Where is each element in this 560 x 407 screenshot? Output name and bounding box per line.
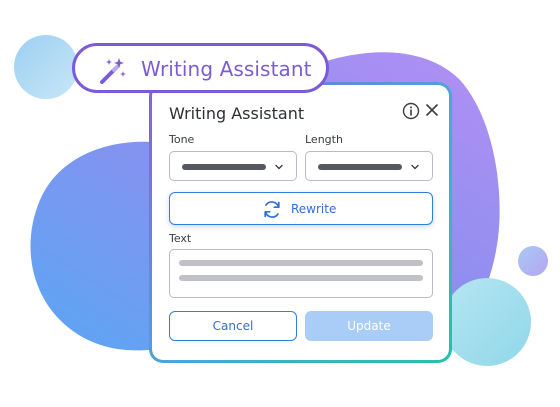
pill-label: Writing Assistant — [141, 57, 312, 81]
tone-select[interactable] — [169, 151, 297, 181]
rewrite-label: Rewrite — [291, 202, 337, 216]
chevron-down-icon — [411, 164, 419, 170]
writing-assistant-dialog: Writing Assistant Tone Length Rewrite Te… — [152, 85, 449, 360]
dialog-title: Writing Assistant — [169, 104, 305, 123]
bg-circle-top-left — [14, 35, 78, 99]
length-select[interactable] — [305, 151, 433, 181]
length-selected-value-placeholder — [318, 164, 402, 170]
chevron-down-icon — [275, 164, 283, 170]
rewrite-button[interactable]: Rewrite — [169, 192, 433, 225]
length-label: Length — [305, 133, 343, 146]
refresh-icon — [264, 201, 280, 218]
info-icon[interactable] — [402, 102, 420, 120]
magic-wand-icon — [100, 58, 126, 84]
tone-label: Tone — [169, 133, 195, 146]
text-area[interactable] — [169, 249, 433, 298]
text-label: Text — [169, 232, 192, 245]
tone-selected-value-placeholder — [182, 164, 266, 170]
text-line-placeholder — [179, 275, 423, 281]
bg-circle-bottom-right — [443, 278, 531, 366]
writing-assistant-pill: Writing Assistant — [72, 43, 329, 93]
close-icon[interactable] — [425, 103, 439, 117]
bg-circle-right-small — [518, 246, 548, 276]
update-button[interactable]: Update — [305, 311, 433, 341]
cancel-button[interactable]: Cancel — [169, 311, 297, 341]
writing-assistant-dialog-frame: Writing Assistant Tone Length Rewrite Te… — [149, 82, 452, 363]
text-line-placeholder — [179, 260, 423, 266]
